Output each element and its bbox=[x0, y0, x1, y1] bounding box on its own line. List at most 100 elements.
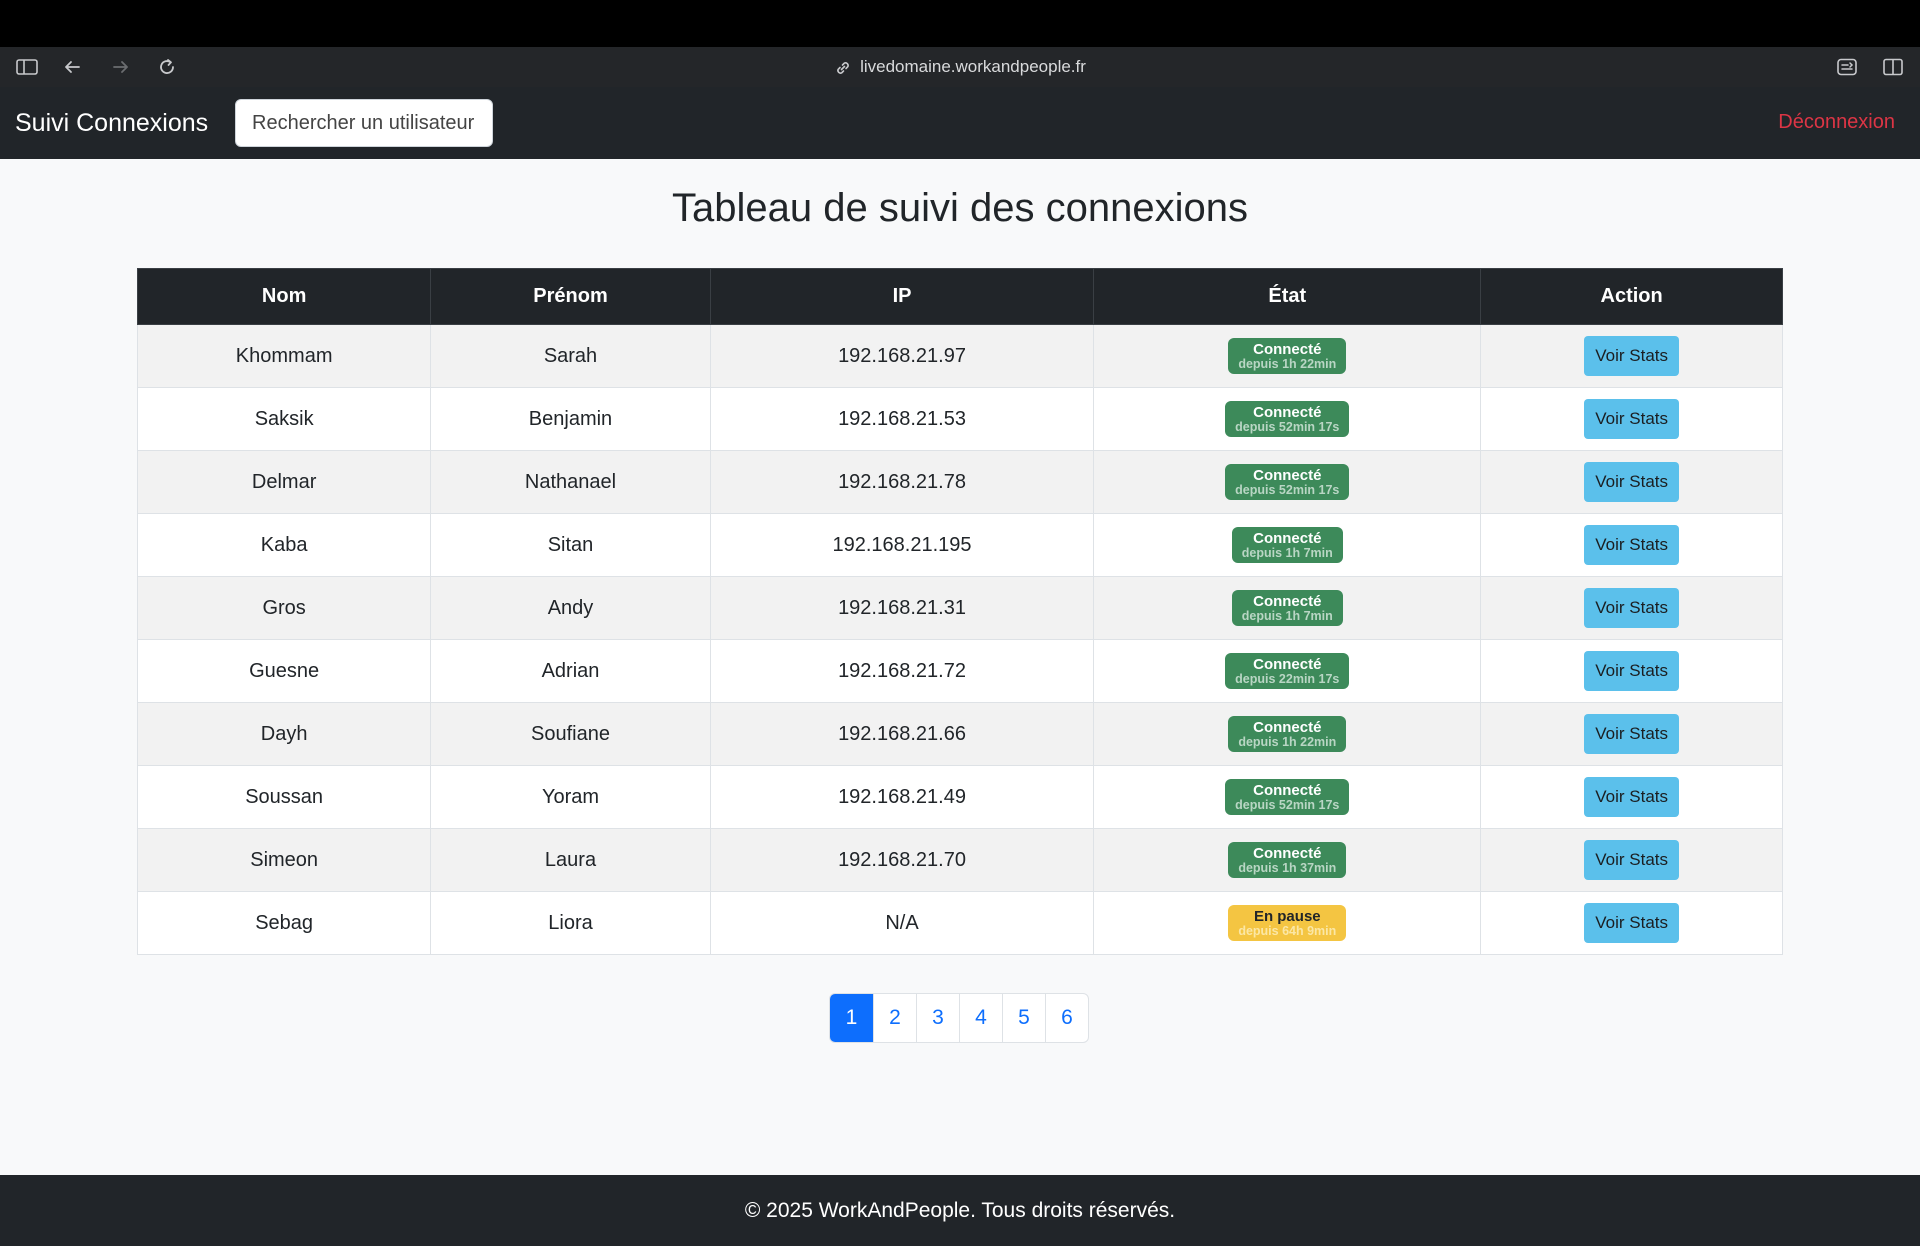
view-stats-button[interactable]: Voir Stats bbox=[1584, 840, 1679, 880]
status-duration: depuis 52min 17s bbox=[1235, 797, 1340, 812]
view-stats-button[interactable]: Voir Stats bbox=[1584, 399, 1679, 439]
status-badge: Connecté depuis 1h 37min bbox=[1228, 842, 1347, 878]
status-badge: Connecté depuis 1h 7min bbox=[1231, 590, 1343, 626]
cell-etat: Connecté depuis 1h 7min bbox=[1093, 576, 1482, 640]
header-action: Action bbox=[1480, 268, 1783, 325]
cell-action: Voir Stats bbox=[1480, 513, 1783, 577]
status-duration: depuis 52min 17s bbox=[1235, 482, 1340, 497]
status-duration: depuis 1h 7min bbox=[1241, 545, 1333, 560]
cell-action: Voir Stats bbox=[1480, 639, 1783, 703]
cell-nom: Delmar bbox=[136, 450, 432, 514]
cell-prenom: Sarah bbox=[430, 324, 711, 388]
cell-etat: Connecté depuis 1h 22min bbox=[1093, 702, 1482, 766]
cell-nom: Khommam bbox=[136, 324, 432, 388]
header-prenom: Prénom bbox=[430, 268, 711, 325]
cell-nom: Soussan bbox=[136, 765, 432, 829]
cell-etat: Connecté depuis 1h 22min bbox=[1093, 324, 1482, 388]
status-duration: depuis 52min 17s bbox=[1235, 419, 1340, 434]
status-duration: depuis 22min 17s bbox=[1235, 671, 1340, 686]
header-nom: Nom bbox=[136, 268, 432, 325]
app-navbar: Suivi Connexions Déconnexion bbox=[0, 87, 1920, 159]
status-duration: depuis 64h 9min bbox=[1238, 923, 1337, 938]
logout-link[interactable]: Déconnexion bbox=[1778, 111, 1895, 134]
cell-action: Voir Stats bbox=[1480, 765, 1783, 829]
cell-prenom: Laura bbox=[430, 828, 711, 892]
cell-nom: Kaba bbox=[136, 513, 432, 577]
header-ip: IP bbox=[709, 268, 1095, 325]
cell-action: Voir Stats bbox=[1480, 387, 1783, 451]
status-badge: Connecté depuis 1h 22min bbox=[1228, 338, 1347, 374]
view-stats-button[interactable]: Voir Stats bbox=[1584, 651, 1679, 691]
table-row: Simeon Laura 192.168.21.70 Connecté depuis 1… bbox=[136, 828, 1783, 892]
page-link-5[interactable]: 5 bbox=[1002, 994, 1045, 1042]
cell-ip: 192.168.21.78 bbox=[709, 450, 1095, 514]
connections-table: Nom Prénom IP État Action Khommam Sarah 19… bbox=[136, 268, 1783, 955]
status-badge: Connecté depuis 52min 17s bbox=[1225, 779, 1350, 815]
cell-ip: 192.168.21.31 bbox=[709, 576, 1095, 640]
cell-action: Voir Stats bbox=[1480, 576, 1783, 640]
cell-ip: 192.168.21.66 bbox=[709, 702, 1095, 766]
cell-action: Voir Stats bbox=[1480, 828, 1783, 892]
cell-ip: 192.168.21.72 bbox=[709, 639, 1095, 703]
status-label: Connecté bbox=[1253, 845, 1322, 863]
cell-prenom: Benjamin bbox=[430, 387, 711, 451]
cell-nom: Dayh bbox=[136, 702, 432, 766]
status-badge: En pause depuis 64h 9min bbox=[1228, 905, 1347, 941]
status-label: Connecté bbox=[1253, 593, 1322, 611]
cell-prenom: Soufiane bbox=[430, 702, 711, 766]
view-stats-button[interactable]: Voir Stats bbox=[1584, 336, 1679, 376]
footer: © 2025 WorkAndPeople. Tous droits réserv… bbox=[0, 1175, 1920, 1246]
cell-prenom: Sitan bbox=[430, 513, 711, 577]
app-brand[interactable]: Suivi Connexions bbox=[15, 109, 208, 138]
status-badge: Connecté depuis 52min 17s bbox=[1225, 464, 1350, 500]
view-stats-button[interactable]: Voir Stats bbox=[1584, 714, 1679, 754]
table-header-row: Nom Prénom IP État Action bbox=[136, 268, 1783, 325]
view-stats-button[interactable]: Voir Stats bbox=[1584, 588, 1679, 628]
table-row: Soussan Yoram 192.168.21.49 Connecté depuis … bbox=[136, 765, 1783, 829]
cell-etat: Connecté depuis 1h 7min bbox=[1093, 513, 1482, 577]
status-label: Connecté bbox=[1253, 341, 1322, 359]
cell-prenom: Nathanael bbox=[430, 450, 711, 514]
table-row: Gros Andy 192.168.21.31 Connecté depuis 1h 7… bbox=[136, 576, 1783, 640]
cell-etat: Connecté depuis 52min 17s bbox=[1093, 450, 1482, 514]
status-duration: depuis 1h 37min bbox=[1238, 860, 1337, 875]
reader-mode-icon[interactable] bbox=[1836, 58, 1858, 76]
status-label: Connecté bbox=[1253, 782, 1322, 800]
page-link-6[interactable]: 6 bbox=[1045, 994, 1088, 1042]
cell-prenom: Yoram bbox=[430, 765, 711, 829]
view-stats-button[interactable]: Voir Stats bbox=[1584, 525, 1679, 565]
cell-etat: En pause depuis 64h 9min bbox=[1093, 891, 1482, 955]
status-duration: depuis 1h 22min bbox=[1238, 356, 1337, 371]
cell-action: Voir Stats bbox=[1480, 891, 1783, 955]
split-view-icon[interactable] bbox=[1882, 58, 1904, 76]
view-stats-button[interactable]: Voir Stats bbox=[1584, 777, 1679, 817]
page-link-3[interactable]: 3 bbox=[916, 994, 959, 1042]
view-stats-button[interactable]: Voir Stats bbox=[1584, 903, 1679, 943]
footer-copyright: © 2025 WorkAndPeople. Tous droits réserv… bbox=[744, 1199, 1176, 1222]
cell-etat: Connecté depuis 22min 17s bbox=[1093, 639, 1482, 703]
cell-nom: Sebag bbox=[136, 891, 432, 955]
search-input[interactable] bbox=[235, 99, 493, 147]
status-duration: depuis 1h 7min bbox=[1241, 608, 1333, 623]
cell-nom: Gros bbox=[136, 576, 432, 640]
browser-toolbar: livedomaine.workandpeople.fr bbox=[0, 47, 1920, 87]
cell-prenom: Liora bbox=[430, 891, 711, 955]
table-row: Sebag Liora N/A En pause depuis 64h 9min Voir… bbox=[136, 891, 1783, 955]
cell-action: Voir Stats bbox=[1480, 450, 1783, 514]
page-link-2[interactable]: 2 bbox=[873, 994, 916, 1042]
cell-nom: Guesne bbox=[136, 639, 432, 703]
cell-prenom: Andy bbox=[430, 576, 711, 640]
table-row: Dayh Soufiane 192.168.21.66 Connecté depuis … bbox=[136, 702, 1783, 766]
cell-action: Voir Stats bbox=[1480, 324, 1783, 388]
cell-ip: 192.168.21.49 bbox=[709, 765, 1095, 829]
view-stats-button[interactable]: Voir Stats bbox=[1584, 462, 1679, 502]
screen-top-bar bbox=[0, 0, 1920, 47]
address-bar[interactable]: livedomaine.workandpeople.fr bbox=[0, 57, 1920, 77]
cell-etat: Connecté depuis 52min 17s bbox=[1093, 765, 1482, 829]
page-link-4[interactable]: 4 bbox=[959, 994, 1002, 1042]
status-label: Connecté bbox=[1253, 467, 1322, 485]
cell-ip: 192.168.21.70 bbox=[709, 828, 1095, 892]
status-badge: Connecté depuis 52min 17s bbox=[1225, 401, 1350, 437]
page-link-1[interactable]: 1 bbox=[830, 994, 873, 1042]
table-row: Khommam Sarah 192.168.21.97 Connecté depuis … bbox=[136, 324, 1783, 388]
